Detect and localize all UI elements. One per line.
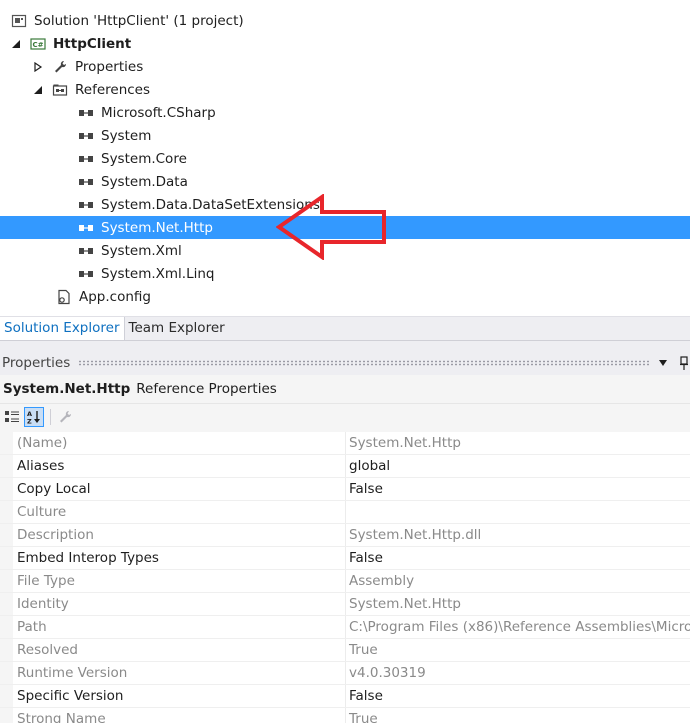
tree-item-references[interactable]: References [0,78,690,101]
property-value[interactable]: False [346,547,690,569]
wrench-icon [52,59,68,75]
property-name: Runtime Version [13,662,346,684]
property-row[interactable]: Identity System.Net.Http [0,593,690,616]
property-name: File Type [13,570,346,592]
property-value[interactable]: False [346,478,690,500]
property-name: Specific Version [13,685,346,707]
selected-object-name: System.Net.Http [3,381,131,397]
tree-item-label: Properties [75,58,144,75]
drag-grip[interactable] [78,360,650,366]
property-value[interactable]: True [346,708,690,723]
property-name: Copy Local [13,478,346,500]
property-row[interactable]: Description System.Net.Http.dll [0,524,690,547]
property-row[interactable]: File Type Assembly [0,570,690,593]
property-value[interactable]: System.Net.Http.dll [346,524,690,546]
assembly-reference-icon [78,105,94,121]
property-row[interactable]: Copy Local False [0,478,690,501]
property-row[interactable]: Specific Version False [0,685,690,708]
tree-item-config[interactable]: App.config [0,285,690,308]
tree-item-project[interactable]: C# HttpClient [0,32,690,55]
pane-splitter[interactable] [0,340,690,351]
property-value[interactable] [346,501,690,523]
property-pages-icon[interactable] [55,407,75,427]
selected-object-bar[interactable]: System.Net.Http Reference Properties [0,375,690,404]
property-name: Aliases [13,455,346,477]
pin-icon[interactable] [680,356,688,370]
property-value[interactable]: C:\Program Files (x86)\Reference Assembl… [346,616,690,638]
tab-solution-explorer[interactable]: Solution Explorer [0,317,125,340]
property-name: Description [13,524,346,546]
tree-item-reference[interactable]: Microsoft.CSharp [0,101,690,124]
tree-item-reference[interactable]: System.Data [0,170,690,193]
assembly-reference-icon [78,197,94,213]
property-row[interactable]: Strong Name True [0,708,690,723]
property-row[interactable]: Aliases global [0,455,690,478]
csharp-project-icon: C# [30,36,46,52]
property-value[interactable]: System.Net.Http [346,593,690,615]
toolbar-separator [50,409,51,425]
property-row[interactable]: Embed Interop Types False [0,547,690,570]
tree-item-label: System.Data [101,173,188,190]
property-value[interactable]: False [346,685,690,707]
tree-item-label: System.Xml.Linq [101,265,215,282]
property-row[interactable]: Path C:\Program Files (x86)\Reference As… [0,616,690,639]
expanded-triangle-icon[interactable] [10,38,22,50]
property-name: Embed Interop Types [13,547,346,569]
tree-item-reference[interactable]: System.Core [0,147,690,170]
property-row[interactable]: Runtime Version v4.0.30319 [0,662,690,685]
tree-item-label: Microsoft.CSharp [101,104,216,121]
property-name: Culture [13,501,346,523]
property-value[interactable]: Assembly [346,570,690,592]
categorized-icon[interactable] [2,407,22,427]
tool-window-tabs: Solution Explorer Team Explorer [0,316,690,340]
property-value[interactable]: v4.0.30319 [346,662,690,684]
tab-team-explorer[interactable]: Team Explorer [125,317,229,340]
tree-item-label: HttpClient [53,35,132,52]
tree-item-label: Solution 'HttpClient' (1 project) [34,12,244,29]
selected-object-type: Reference Properties [136,381,277,397]
assembly-reference-icon [78,220,94,236]
references-folder-icon [52,82,68,98]
tree-item-label: System.Net.Http [101,219,213,236]
assembly-reference-icon [78,266,94,282]
properties-title: Properties [2,355,71,371]
tree-item-label: System.Xml [101,242,182,259]
property-grid: (Name) System.Net.Http Aliases global Co… [0,430,690,723]
tree-item-reference[interactable]: System.Xml.Linq [0,262,690,285]
svg-text:Z: Z [27,418,32,426]
properties-title-bar: Properties [0,351,690,375]
config-file-icon [56,289,72,305]
solution-explorer-tree: Solution 'HttpClient' (1 project) C# Htt… [0,0,690,316]
property-value[interactable]: global [346,455,690,477]
property-name: (Name) [13,432,346,454]
tree-item-label: System.Core [101,150,187,167]
chevron-down-icon[interactable] [658,359,668,367]
tree-item-label: System [101,127,152,144]
property-row[interactable]: Resolved True [0,639,690,662]
solution-icon [11,13,27,29]
property-value[interactable]: True [346,639,690,661]
tree-item-solution[interactable]: Solution 'HttpClient' (1 project) [0,9,690,32]
assembly-reference-icon [78,151,94,167]
property-name: Strong Name [13,708,346,723]
tree-item-reference[interactable]: System [0,124,690,147]
red-arrow-annotation [276,194,386,260]
tree-item-label: App.config [79,288,151,305]
property-row[interactable]: Culture [0,501,690,524]
assembly-reference-icon [78,128,94,144]
alphabetical-icon[interactable]: AZ [24,407,44,427]
collapsed-triangle-icon[interactable] [32,61,44,73]
assembly-reference-icon [78,243,94,259]
property-name: Path [13,616,346,638]
property-row[interactable]: (Name) System.Net.Http [0,432,690,455]
property-value[interactable]: System.Net.Http [346,432,690,454]
svg-text:C#: C# [32,41,43,49]
properties-toolbar: AZ [0,404,690,430]
tree-item-label: References [75,81,151,98]
assembly-reference-icon [78,174,94,190]
expanded-triangle-icon[interactable] [32,84,44,96]
property-name: Resolved [13,639,346,661]
tree-item-properties[interactable]: Properties [0,55,690,78]
property-name: Identity [13,593,346,615]
